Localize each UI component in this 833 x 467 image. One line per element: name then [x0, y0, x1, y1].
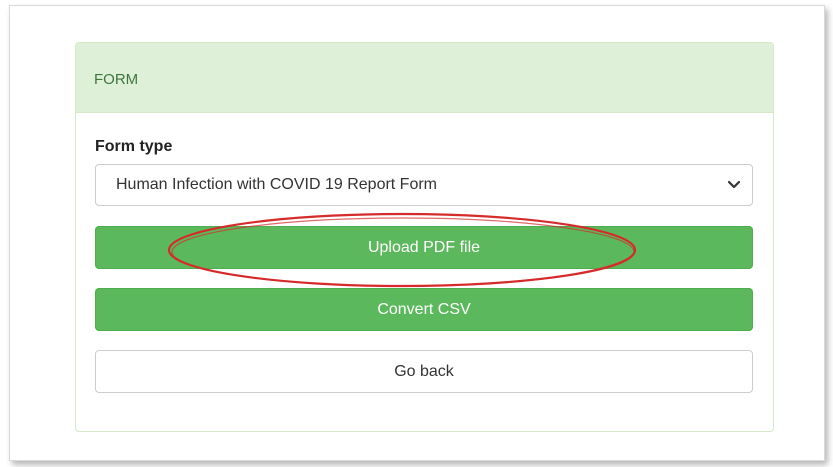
chevron-down-icon [726, 165, 742, 205]
panel-heading: FORM [76, 43, 773, 113]
upload-pdf-button[interactable]: Upload PDF file [95, 226, 753, 269]
go-back-button[interactable]: Go back [95, 350, 753, 393]
form-type-select[interactable]: Human Infection with COVID 19 Report For… [95, 164, 753, 206]
panel-title: FORM [94, 71, 139, 88]
form-type-label: Form type [95, 138, 173, 155]
form-type-selected-value: Human Infection with COVID 19 Report For… [116, 176, 438, 193]
convert-csv-button[interactable]: Convert CSV [95, 288, 753, 331]
form-panel: FORM Form type Human Infection with COVI… [75, 42, 774, 432]
